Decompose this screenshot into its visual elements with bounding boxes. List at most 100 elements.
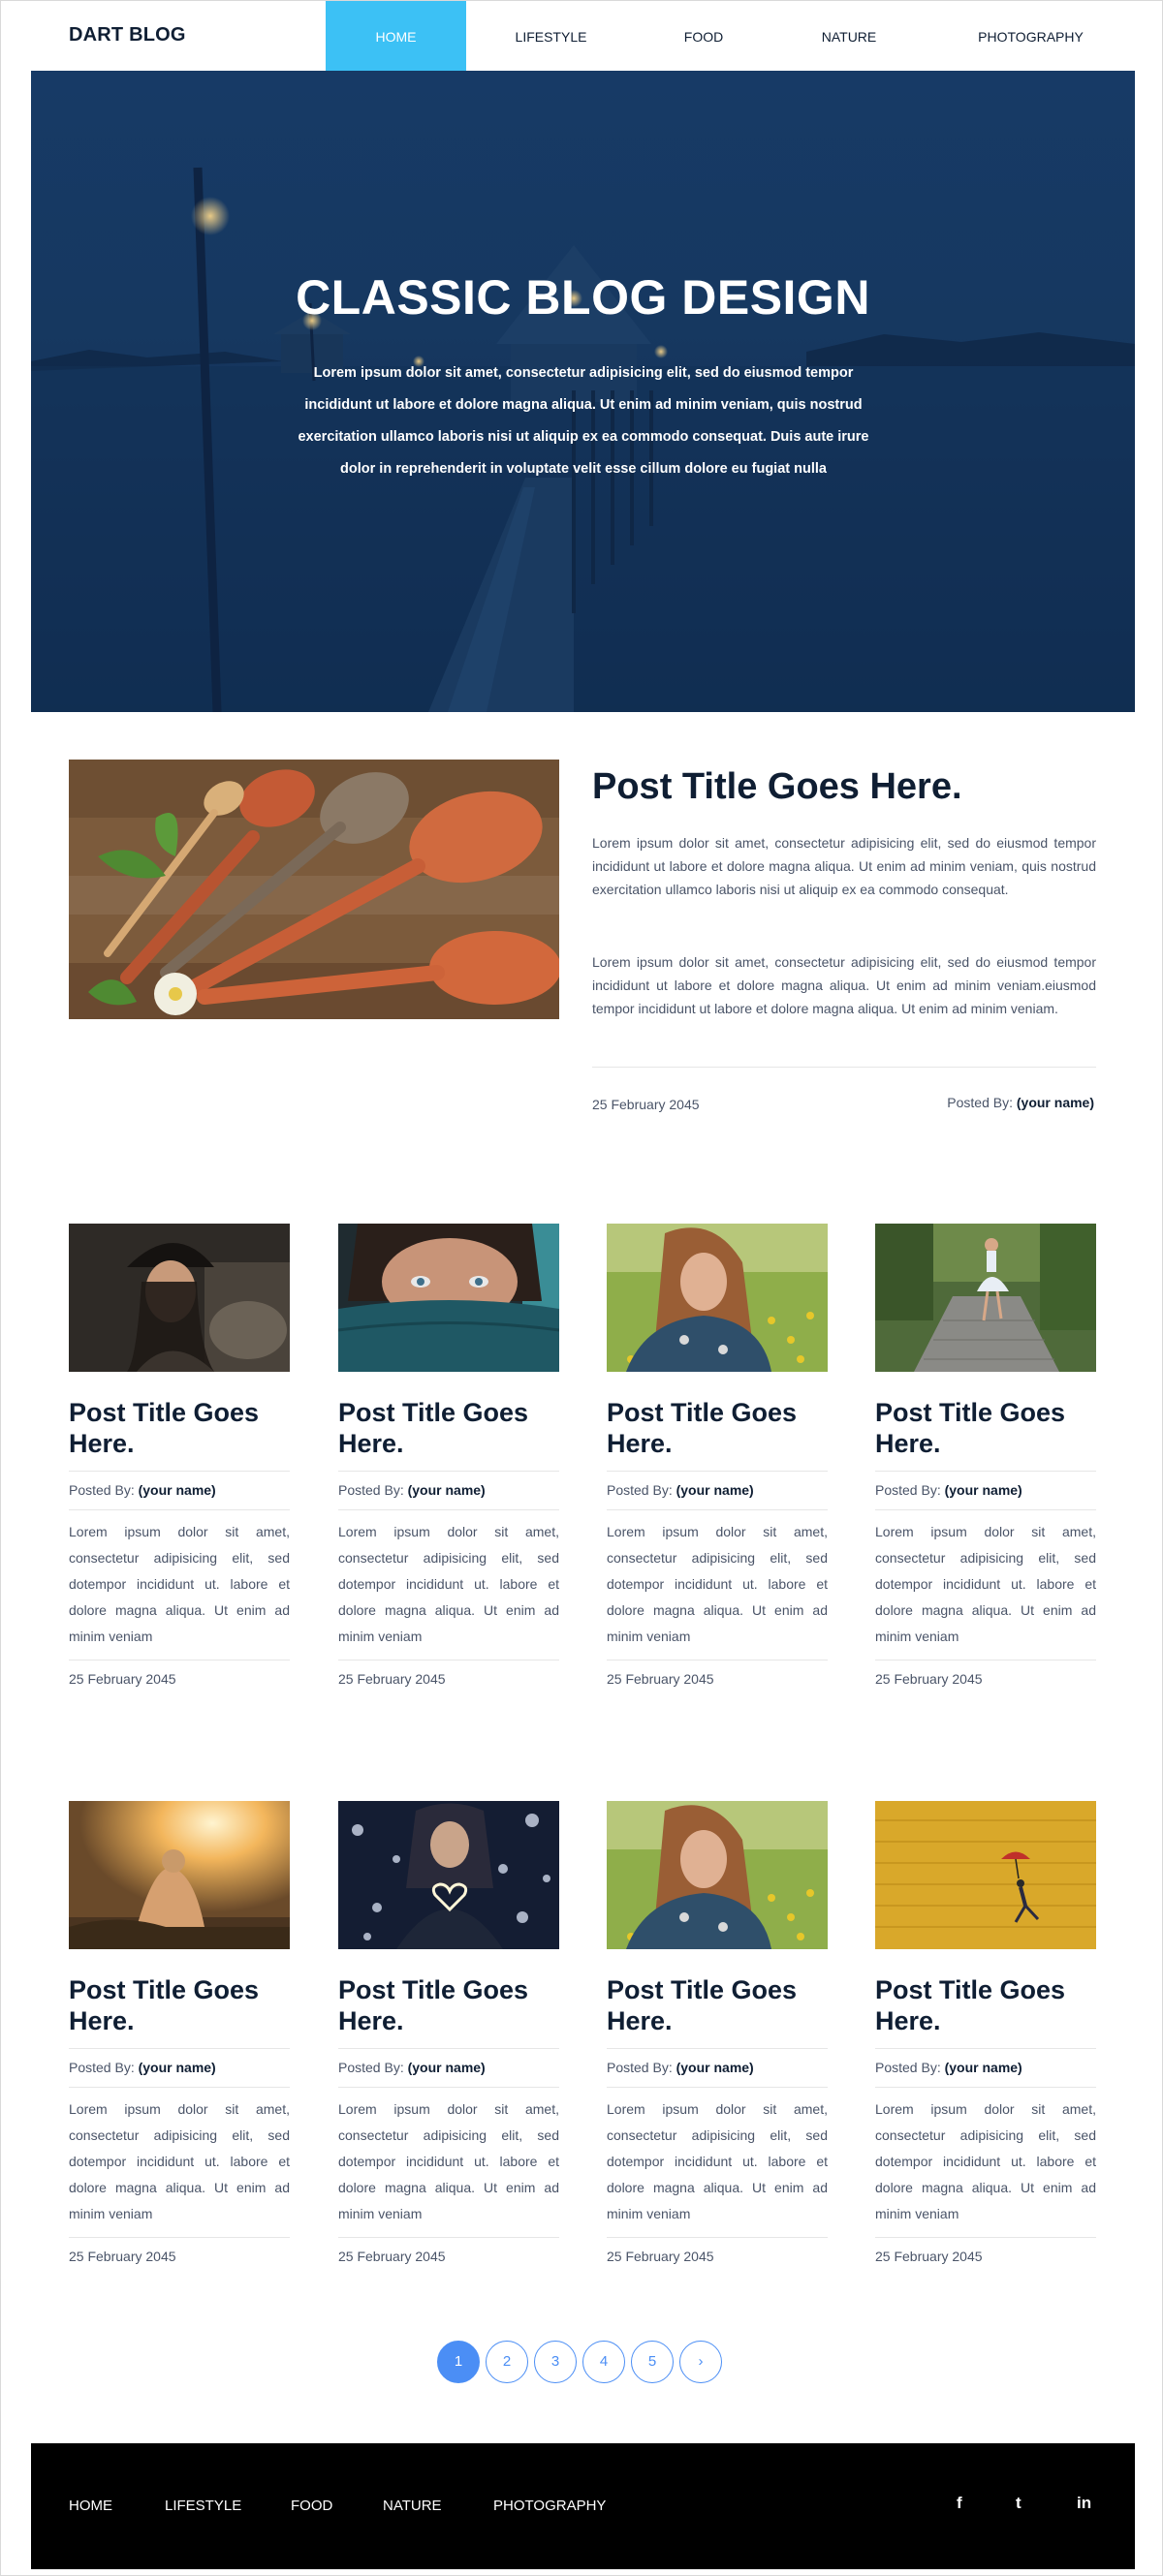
post-card-image[interactable]	[607, 1801, 828, 1949]
footer-link-food[interactable]: FOOD	[291, 2498, 332, 2514]
post-card-title[interactable]: Post Title Goes Here.	[875, 1974, 1096, 2036]
woman-at-sunset-image	[69, 1801, 290, 1949]
post-card-date: 25 February 2045	[607, 1671, 714, 1687]
wooden-spoons-image	[69, 760, 559, 1019]
page: DART BLOG HOME LIFESTYLE FOOD NATURE PHO…	[0, 0, 1163, 2576]
author-name[interactable]: (your name)	[139, 1482, 216, 1498]
posted-by-label: Posted By:	[607, 1482, 673, 1498]
linkedin-icon[interactable]: in	[1077, 2494, 1091, 2513]
post-card-excerpt: Lorem ipsum dolor sit amet, consectetur …	[607, 2101, 828, 2221]
post-card-author: Posted By: (your name)	[607, 2049, 828, 2087]
page-1-button[interactable]: 1	[437, 2341, 480, 2383]
page-2-button[interactable]: 2	[486, 2341, 528, 2383]
author-name[interactable]: (your name)	[945, 1482, 1022, 1498]
post-card: Post Title Goes Here. Posted By: (your n…	[338, 1801, 559, 2264]
post-card-image[interactable]	[875, 1224, 1096, 1372]
post-card-excerpt: Lorem ipsum dolor sit amet, consectetur …	[875, 2101, 1096, 2221]
post-card-title[interactable]: Post Title Goes Here.	[69, 1397, 290, 1459]
woman-in-meadow-image	[607, 1801, 828, 1949]
post-card-image[interactable]	[69, 1224, 290, 1372]
hero-banner: CLASSIC BLOG DESIGN Lorem ipsum dolor si…	[31, 71, 1135, 712]
nav-item-nature[interactable]: NATURE	[796, 1, 902, 71]
woman-heart-lights-image	[338, 1801, 559, 1949]
top-navbar: DART BLOG HOME LIFESTYLE FOOD NATURE PHO…	[1, 1, 1162, 71]
posted-by-label: Posted By:	[875, 1482, 941, 1498]
post-card-image[interactable]	[338, 1224, 559, 1372]
twitter-icon[interactable]: t	[1016, 2494, 1022, 2513]
author-name[interactable]: (your name)	[676, 2060, 754, 2075]
post-card-author: Posted By: (your name)	[69, 1472, 290, 1509]
author-name[interactable]: (your name)	[139, 2060, 216, 2075]
author-name[interactable]: (your name)	[408, 1482, 486, 1498]
posted-by-label: Posted By:	[69, 2060, 135, 2075]
posted-by-label: Posted By:	[69, 1482, 135, 1498]
post-card: Post Title Goes Here. Posted By: (your n…	[607, 1224, 828, 1687]
post-card-date: 25 February 2045	[875, 1671, 983, 1687]
post-card-date: 25 February 2045	[338, 2249, 446, 2264]
featured-post-paragraph-2: Lorem ipsum dolor sit amet, consectetur …	[592, 954, 1096, 1016]
post-card-date: 25 February 2045	[69, 2249, 176, 2264]
woman-in-meadow-image	[607, 1224, 828, 1372]
nav-item-lifestyle[interactable]: LIFESTYLE	[486, 1, 616, 71]
footer-link-home[interactable]: HOME	[69, 2498, 112, 2514]
post-card: Post Title Goes Here. Posted By: (your n…	[607, 1801, 828, 2264]
featured-post-image[interactable]	[69, 760, 559, 1019]
featured-post-date: 25 February 2045	[592, 1097, 700, 1112]
posted-by-label: Posted By:	[338, 1482, 404, 1498]
posted-by-label: Posted By:	[338, 2060, 404, 2075]
post-card-image[interactable]	[69, 1801, 290, 1949]
post-card-title[interactable]: Post Title Goes Here.	[607, 1974, 828, 2036]
posted-by-label: Posted By:	[875, 2060, 941, 2075]
post-card-image[interactable]	[875, 1801, 1096, 1949]
next-page-button[interactable]: ›	[679, 2341, 722, 2383]
post-card-author: Posted By: (your name)	[607, 1472, 828, 1509]
post-card-date: 25 February 2045	[607, 2249, 714, 2264]
author-name[interactable]: (your name)	[945, 2060, 1022, 2075]
featured-divider	[592, 1067, 1096, 1068]
post-card: Post Title Goes Here. Posted By: (your n…	[875, 1224, 1096, 1687]
featured-post-paragraph-1: Lorem ipsum dolor sit amet, consectetur …	[592, 835, 1096, 897]
post-card-image[interactable]	[607, 1224, 828, 1372]
nav-item-food[interactable]: FOOD	[660, 1, 747, 71]
post-card-image[interactable]	[338, 1801, 559, 1949]
posted-by-label: Posted By:	[947, 1095, 1013, 1110]
post-card-title[interactable]: Post Title Goes Here.	[875, 1397, 1096, 1459]
nav-item-photography[interactable]: PHOTOGRAPHY	[956, 1, 1106, 71]
post-card-author: Posted By: (your name)	[875, 1472, 1096, 1509]
facebook-icon[interactable]: f	[957, 2494, 962, 2513]
footer-link-nature[interactable]: NATURE	[383, 2498, 442, 2514]
page-3-button[interactable]: 3	[534, 2341, 577, 2383]
hero-description: Lorem ipsum dolor sit amet, consectetur …	[298, 365, 869, 477]
post-card: Post Title Goes Here. Posted By: (your n…	[69, 1224, 290, 1687]
woman-eyes-image	[338, 1224, 559, 1372]
site-logo[interactable]: DART BLOG	[69, 24, 186, 47]
post-card-title[interactable]: Post Title Goes Here.	[338, 1397, 559, 1459]
post-card-excerpt: Lorem ipsum dolor sit amet, consectetur …	[338, 1524, 559, 1644]
nav-item-home[interactable]: HOME	[326, 1, 466, 71]
post-card-excerpt: Lorem ipsum dolor sit amet, consectetur …	[69, 2101, 290, 2221]
post-card: Post Title Goes Here. Posted By: (your n…	[875, 1801, 1096, 2264]
post-card-title[interactable]: Post Title Goes Here.	[607, 1397, 828, 1459]
post-card-author: Posted By: (your name)	[338, 1472, 559, 1509]
author-name[interactable]: (your name)	[408, 2060, 486, 2075]
page-4-button[interactable]: 4	[582, 2341, 625, 2383]
post-card-author: Posted By: (your name)	[875, 2049, 1096, 2087]
girl-with-umbrella-image	[875, 1801, 1096, 1949]
woman-laughing-image	[69, 1224, 290, 1372]
post-card-author: Posted By: (your name)	[338, 2049, 559, 2087]
author-name[interactable]: (your name)	[1017, 1095, 1094, 1110]
woman-dancing-on-path-image	[875, 1224, 1096, 1372]
post-card-title[interactable]: Post Title Goes Here.	[338, 1974, 559, 2036]
footer-link-lifestyle[interactable]: LIFESTYLE	[165, 2498, 241, 2514]
featured-post-title[interactable]: Post Title Goes Here.	[592, 766, 962, 808]
author-name[interactable]: (your name)	[676, 1482, 754, 1498]
featured-post-author: Posted By: (your name)	[947, 1095, 1094, 1110]
post-card: Post Title Goes Here. Posted By: (your n…	[338, 1224, 559, 1687]
post-card-date: 25 February 2045	[338, 1671, 446, 1687]
page-5-button[interactable]: 5	[631, 2341, 674, 2383]
footer-link-photography[interactable]: PHOTOGRAPHY	[493, 2498, 606, 2514]
hero-title: CLASSIC BLOG DESIGN	[296, 270, 870, 325]
site-footer: HOME LIFESTYLE FOOD NATURE PHOTOGRAPHY f…	[31, 2443, 1135, 2569]
post-card-excerpt: Lorem ipsum dolor sit amet, consectetur …	[338, 2101, 559, 2221]
post-card-title[interactable]: Post Title Goes Here.	[69, 1974, 290, 2036]
